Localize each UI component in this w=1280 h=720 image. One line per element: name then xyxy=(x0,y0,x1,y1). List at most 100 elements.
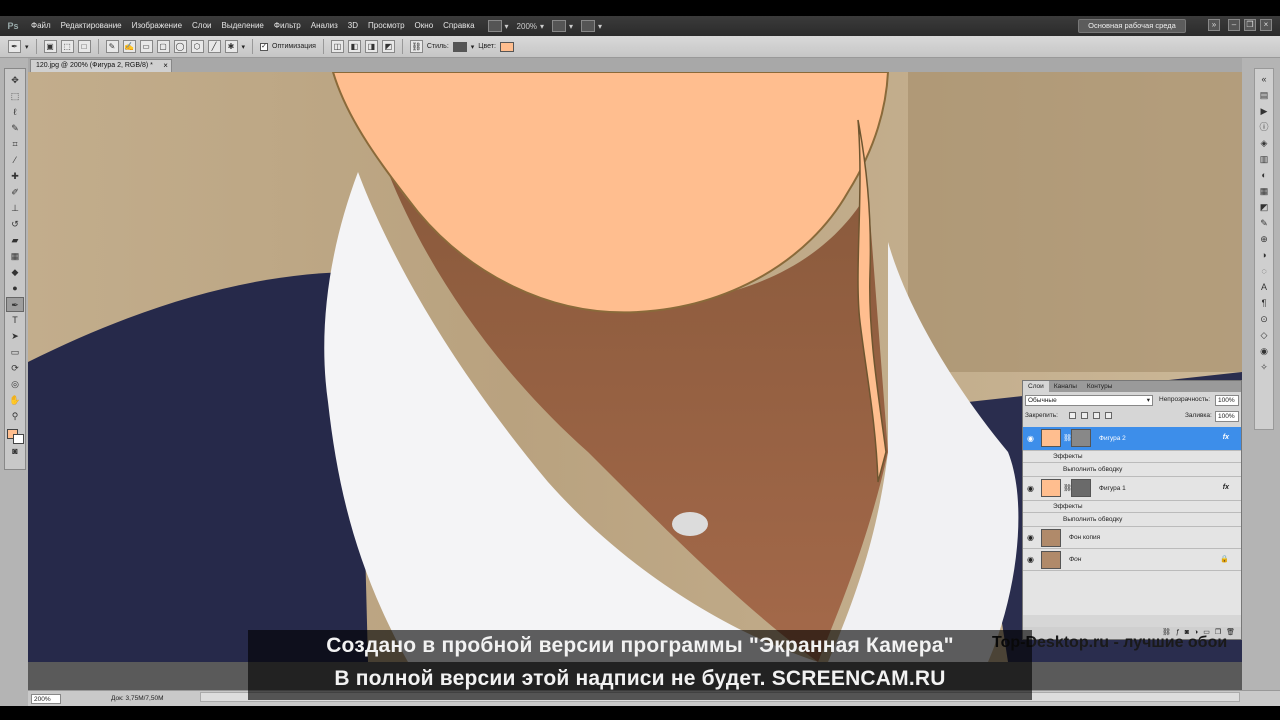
chevron-down-icon[interactable]: ▾ xyxy=(242,43,246,51)
rounded-rectangle-icon[interactable]: ▢ xyxy=(156,40,170,53)
quick-mask-icon[interactable]: ◙ xyxy=(6,444,24,459)
freeform-pen-icon[interactable]: ✍ xyxy=(122,40,136,53)
character-panel-icon[interactable]: A xyxy=(1257,281,1271,294)
healing-brush-tool-icon[interactable]: ✚ xyxy=(6,169,24,184)
history-panel-icon[interactable]: ▤ xyxy=(1257,89,1271,102)
chevron-down-icon[interactable]: ▾ xyxy=(25,43,29,51)
menu-help[interactable]: Справка xyxy=(438,16,479,36)
arrange-documents-control[interactable]: ▾ xyxy=(552,20,573,32)
menu-edit[interactable]: Редактирование xyxy=(56,16,127,36)
tool-presets-icon[interactable]: ⊙ xyxy=(1257,313,1271,326)
lock-position-icon[interactable] xyxy=(1093,412,1100,419)
restore-icon[interactable]: ❐ xyxy=(1244,19,1256,31)
eye-icon[interactable]: ◉ xyxy=(1027,556,1036,564)
color-swatch[interactable] xyxy=(499,41,514,52)
screen-mode-control[interactable]: ▾ xyxy=(487,20,509,32)
menu-filter[interactable]: Фильтр xyxy=(269,16,306,36)
crop-tool-icon[interactable]: ⌗ xyxy=(6,137,24,152)
fill-pixels-icon[interactable]: □ xyxy=(77,40,91,53)
eye-icon[interactable]: ◉ xyxy=(1027,435,1036,443)
pen-tool-icon[interactable]: ✒ xyxy=(6,297,24,312)
3d-rotate-tool-icon[interactable]: ⟳ xyxy=(6,361,24,376)
background-color-swatch[interactable] xyxy=(13,434,24,444)
tab-channels[interactable]: Каналы xyxy=(1049,381,1082,392)
menu-analysis[interactable]: Анализ xyxy=(306,16,343,36)
layer-row-figure-2[interactable]: ◉ ⛓ Фигура 2 fx xyxy=(1023,427,1241,451)
move-tool-icon[interactable]: ✥ xyxy=(6,73,24,88)
gradient-tool-icon[interactable]: ▦ xyxy=(6,249,24,264)
navigator-panel-icon[interactable]: ◈ xyxy=(1257,137,1271,150)
optimization-checkbox[interactable]: ✓ xyxy=(260,42,269,51)
type-tool-icon[interactable]: T xyxy=(6,313,24,328)
history-brush-tool-icon[interactable]: ↺ xyxy=(6,217,24,232)
chevron-double-icon[interactable]: « xyxy=(1257,73,1271,86)
fx-icon[interactable]: fx xyxy=(1223,434,1229,441)
intersect-icon[interactable]: ◨ xyxy=(364,40,378,53)
stroke-effect-row[interactable]: Выполнить обводку xyxy=(1023,513,1241,527)
3d-orbit-tool-icon[interactable]: ◎ xyxy=(6,377,24,392)
color-panel-icon[interactable]: ◐ xyxy=(1257,169,1271,182)
eyedropper-tool-icon[interactable]: ⁄ xyxy=(6,153,24,168)
status-zoom-field[interactable]: 200% xyxy=(31,693,61,704)
ellipse-icon[interactable]: ◯ xyxy=(173,40,187,53)
tab-layers[interactable]: Слои xyxy=(1023,381,1049,392)
effects-row[interactable]: Эффекты xyxy=(1023,451,1241,463)
paths-panel-icon[interactable]: ✧ xyxy=(1257,361,1271,374)
combine-icon[interactable]: ◫ xyxy=(330,40,344,53)
menu-window[interactable]: Окно xyxy=(410,16,439,36)
brushes-panel-icon[interactable]: ✎ xyxy=(1257,217,1271,230)
workspace-button[interactable]: Основная рабочая среда xyxy=(1078,19,1186,33)
lock-transparency-icon[interactable] xyxy=(1069,412,1076,419)
brush-tool-icon[interactable]: ✐ xyxy=(6,185,24,200)
close-icon[interactable]: × xyxy=(1260,19,1272,31)
lock-all-icon[interactable] xyxy=(1105,412,1112,419)
info-panel-icon[interactable]: ⓘ xyxy=(1257,121,1271,134)
menu-image[interactable]: Изображение xyxy=(127,16,187,36)
path-selection-tool-icon[interactable]: ➤ xyxy=(6,329,24,344)
shape-layers-icon[interactable]: ▣ xyxy=(43,40,57,53)
menu-3d[interactable]: 3D xyxy=(343,16,363,36)
swatches-panel-icon[interactable]: ▦ xyxy=(1257,185,1271,198)
zoom-tool-icon[interactable]: ⚲ xyxy=(6,409,24,424)
pen-tool-preset-icon[interactable]: ✒ xyxy=(8,40,21,53)
masks-panel-icon[interactable]: ◌ xyxy=(1257,265,1271,278)
subtract-icon[interactable]: ◧ xyxy=(347,40,361,53)
marquee-tool-icon[interactable]: ⬚ xyxy=(6,89,24,104)
effects-row[interactable]: Эффекты xyxy=(1023,501,1241,513)
extras-control[interactable]: ▾ xyxy=(581,20,602,32)
dodge-tool-icon[interactable]: ● xyxy=(6,281,24,296)
styles-panel-icon[interactable]: ◩ xyxy=(1257,201,1271,214)
chevron-down-icon[interactable]: ▾ xyxy=(471,43,475,51)
layer-row-background-copy[interactable]: ◉ Фон копия xyxy=(1023,527,1241,549)
actions-panel-icon[interactable]: ▶ xyxy=(1257,105,1271,118)
lock-pixels-icon[interactable] xyxy=(1081,412,1088,419)
layer-row-figure-1[interactable]: ◉ ⛓ Фигура 1 fx xyxy=(1023,477,1241,501)
hand-tool-icon[interactable]: ✋ xyxy=(6,393,24,408)
paths-mode-icon[interactable]: ⬚ xyxy=(60,40,74,53)
link-icon[interactable]: ⛓ xyxy=(409,40,423,53)
paragraph-panel-icon[interactable]: ¶ xyxy=(1257,297,1271,310)
layers-panel-icon[interactable]: ◇ xyxy=(1257,329,1271,342)
document-tab[interactable]: 120.jpg @ 200% (Фигура 2, RGB/8) * × xyxy=(30,59,172,72)
fill-field[interactable]: 100% xyxy=(1215,411,1239,422)
quick-selection-tool-icon[interactable]: ✎ xyxy=(6,121,24,136)
clone-source-panel-icon[interactable]: ⊕ xyxy=(1257,233,1271,246)
opacity-field[interactable]: 100% xyxy=(1215,395,1239,406)
chevron-double-icon[interactable]: » xyxy=(1208,19,1220,31)
eye-icon[interactable]: ◉ xyxy=(1027,534,1036,542)
close-icon[interactable]: × xyxy=(163,60,168,72)
minimize-icon[interactable]: – xyxy=(1228,19,1240,31)
polygon-icon[interactable]: ⬡ xyxy=(190,40,204,53)
style-swatch[interactable] xyxy=(452,41,467,52)
layer-row-background[interactable]: ◉ Фон 🔒 xyxy=(1023,549,1241,571)
menu-view[interactable]: Просмотр xyxy=(363,16,410,36)
menu-layers[interactable]: Слои xyxy=(187,16,216,36)
lasso-tool-icon[interactable]: ℓ xyxy=(6,105,24,120)
eye-icon[interactable]: ◉ xyxy=(1027,485,1036,493)
fx-icon[interactable]: fx xyxy=(1223,484,1229,491)
histogram-panel-icon[interactable]: ▥ xyxy=(1257,153,1271,166)
adjustments-panel-icon[interactable]: ◑ xyxy=(1257,249,1271,262)
zoom-control[interactable]: 200% ▾ xyxy=(517,22,544,31)
channels-panel-icon[interactable]: ◉ xyxy=(1257,345,1271,358)
blend-mode-select[interactable]: Обычные ▾ xyxy=(1025,395,1153,406)
